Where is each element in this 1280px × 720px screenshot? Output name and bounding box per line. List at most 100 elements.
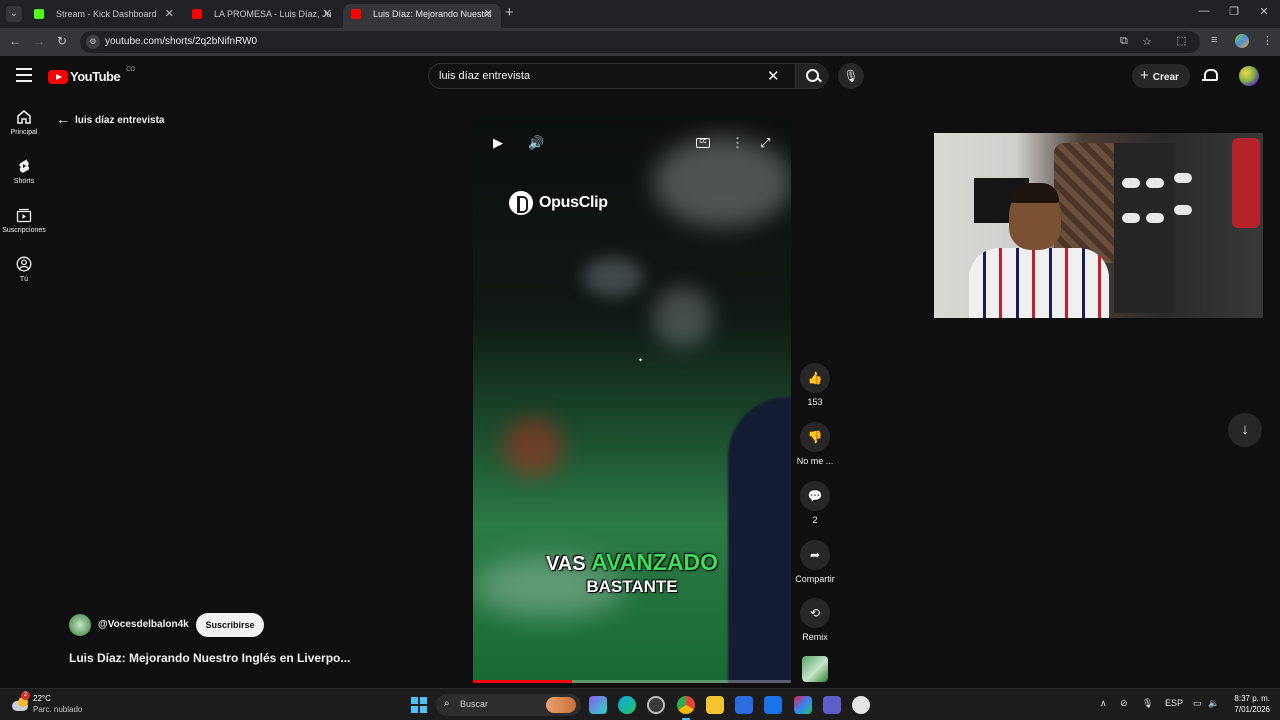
taskbar-search-placeholder: Buscar	[460, 699, 489, 709]
channel-handle[interactable]: @Vocesdelbalon4k	[98, 619, 189, 630]
restore-icon[interactable]: ❐	[1226, 5, 1242, 18]
edge-app-icon[interactable]	[618, 696, 636, 714]
close-window-icon[interactable]: ✕	[1256, 5, 1272, 18]
search-highlight-image	[546, 697, 576, 713]
search-button[interactable]	[795, 64, 829, 88]
system-clock[interactable]: 8:37 p. m. 7/01/2026	[1226, 693, 1270, 715]
windows-start-icon[interactable]	[411, 697, 427, 713]
channel-avatar[interactable]	[69, 614, 91, 636]
remix-button[interactable]: ⟲ Remix	[792, 598, 838, 642]
share-button[interactable]: ➦ Compartir	[792, 540, 838, 584]
opusclip-logo-icon	[509, 191, 533, 215]
captions-icon[interactable]: CC	[696, 138, 710, 148]
voice-search-icon[interactable]: 🎙	[838, 63, 864, 89]
rail-item-shorts[interactable]: Shorts	[0, 158, 48, 185]
install-app-icon[interactable]: ⧉	[1120, 35, 1128, 48]
rail-label: Shorts	[13, 178, 35, 185]
tab-la-promesa[interactable]: LA PROMESA - Luis Díaz, Juanc ✕	[184, 4, 340, 28]
minimize-icon[interactable]: —	[1196, 5, 1212, 17]
address-bar[interactable]: ⚙ youtube.com/shorts/2q2bNifnRW0 ⧉ ☆	[80, 31, 1200, 53]
rail-item-principal[interactable]: Principal	[0, 109, 48, 136]
weather-temperature[interactable]: 22°C	[33, 694, 51, 703]
video-progress-bar[interactable]	[473, 680, 791, 683]
tab-close-icon[interactable]: ✕	[323, 4, 332, 24]
fullscreen-icon[interactable]: ⤢	[760, 135, 770, 151]
tab-close-icon[interactable]: ✕	[165, 4, 174, 24]
reading-list-icon[interactable]: ≡	[1211, 34, 1217, 46]
kick-favicon-icon	[34, 9, 44, 19]
search-input[interactable]: luis díaz entrevista	[439, 70, 530, 82]
reload-icon[interactable]: ↻	[55, 34, 69, 48]
more-options-icon[interactable]: ⋮	[731, 135, 744, 151]
new-tab-button[interactable]: +	[505, 4, 514, 21]
browser-tab-strip: ⌄ Stream - Kick Dashboard ✕ LA PROMESA -…	[0, 0, 1280, 28]
extensions-icon[interactable]: ⬚	[1176, 34, 1186, 47]
youtube-favicon-icon	[192, 9, 202, 19]
taskbar-search[interactable]: ⌕ Buscar	[436, 694, 581, 716]
volume-tray-icon[interactable]: 🔈	[1208, 698, 1219, 709]
play-icon[interactable]: ▶	[493, 135, 503, 151]
browser-menu-icon[interactable]: ⋮	[1262, 34, 1273, 47]
copilot-app-icon[interactable]	[589, 696, 607, 714]
clock-time: 8:37 p. m.	[1234, 694, 1270, 703]
microsoft-store-icon[interactable]	[735, 696, 753, 714]
dislike-button[interactable]: 👎 No me ...	[792, 422, 838, 466]
subscriptions-icon	[16, 208, 32, 223]
thumbs-up-icon: 👍	[800, 363, 830, 393]
tab-title: LA PROMESA - Luis Díaz, Juanc	[214, 9, 332, 19]
country-code: CO	[126, 66, 136, 73]
capture-app-icon[interactable]	[852, 696, 870, 714]
microsoft-365-icon[interactable]	[794, 696, 812, 714]
clear-search-icon[interactable]: ✕	[767, 67, 780, 85]
teams-app-icon[interactable]	[823, 696, 841, 714]
video-title[interactable]: Luis Díaz: Mejorando Nuestro Inglés en L…	[69, 651, 350, 665]
weather-badge: 2	[21, 691, 30, 700]
url-text: youtube.com/shorts/2q2bNifnRW0	[105, 36, 258, 47]
volume-icon[interactable]: 🔊	[528, 135, 544, 151]
windows-taskbar: 2 22°C Parc. nublado ⌕ Buscar ∧ ⊘ 🎙 ESP …	[0, 688, 1280, 720]
browser-toolbar: ← → ↻ ⚙ youtube.com/shorts/2q2bNifnRW0 ⧉…	[0, 28, 1280, 56]
tab-luis-diaz-short[interactable]: Luis Díaz: Mejorando Nuestro I ✕	[343, 4, 501, 28]
rail-label: Suscripciones	[2, 227, 46, 234]
language-indicator[interactable]: ESP	[1165, 698, 1183, 708]
rail-item-you[interactable]: Tú	[0, 256, 48, 283]
forward-icon[interactable]: →	[32, 34, 46, 48]
chrome-app-icon[interactable]	[677, 696, 695, 720]
shorts-video-player[interactable]: ▶ 🔊 CC ⋮ ⤢ OpusClip ✦ VAS AVANZADO BASTA…	[473, 117, 791, 683]
microphone-tray-icon[interactable]: 🎙	[1142, 698, 1153, 709]
remix-label: Remix	[802, 632, 828, 642]
comments-button[interactable]: 💬 2	[792, 481, 838, 525]
search-box: luis díaz entrevista ✕	[428, 63, 829, 89]
rail-item-subscriptions[interactable]: Suscripciones	[0, 207, 48, 234]
sound-channel-thumbnail[interactable]	[802, 656, 828, 682]
back-icon[interactable]: ←	[8, 34, 22, 48]
file-explorer-icon[interactable]	[706, 696, 724, 714]
tab-kick-dashboard[interactable]: Stream - Kick Dashboard ✕	[26, 4, 182, 28]
home-icon	[17, 110, 31, 124]
thumbs-down-icon: 👎	[800, 422, 830, 452]
account-avatar[interactable]	[1239, 66, 1259, 86]
obs-app-icon[interactable]	[647, 696, 665, 714]
streamer-webcam-overlay	[934, 133, 1263, 318]
create-button[interactable]: + Crear	[1132, 64, 1190, 88]
caption-line-2: BASTANTE	[586, 577, 678, 596]
weather-condition[interactable]: Parc. nublado	[33, 705, 82, 714]
tab-title: Luis Díaz: Mejorando Nuestro I	[373, 9, 491, 19]
tab-close-icon[interactable]: ✕	[484, 4, 493, 24]
search-icon: ⌕	[444, 698, 450, 709]
notifications-bell-icon[interactable]	[1202, 68, 1218, 84]
site-info-icon[interactable]: ⚙	[86, 35, 100, 49]
display-icon[interactable]: ▭	[1193, 698, 1202, 709]
like-button[interactable]: 👍 153	[792, 363, 838, 407]
tray-overflow-icon[interactable]: ∧	[1100, 698, 1107, 709]
youtube-logo[interactable]: YouTube CO	[48, 66, 136, 84]
next-short-arrow-icon[interactable]: ↓	[1228, 413, 1262, 447]
browser-profile-avatar[interactable]	[1235, 34, 1249, 48]
back-to-results-link[interactable]: ← luis díaz entrevista	[56, 110, 164, 127]
bookmark-star-icon[interactable]: ☆	[1142, 35, 1152, 48]
network-icon[interactable]: ⊘	[1120, 698, 1128, 709]
hamburger-menu-icon[interactable]	[16, 68, 32, 82]
subscribe-button[interactable]: Suscribirse	[196, 613, 264, 637]
tab-search-menu-icon[interactable]: ⌄	[6, 6, 22, 22]
mail-app-icon[interactable]	[764, 696, 782, 714]
